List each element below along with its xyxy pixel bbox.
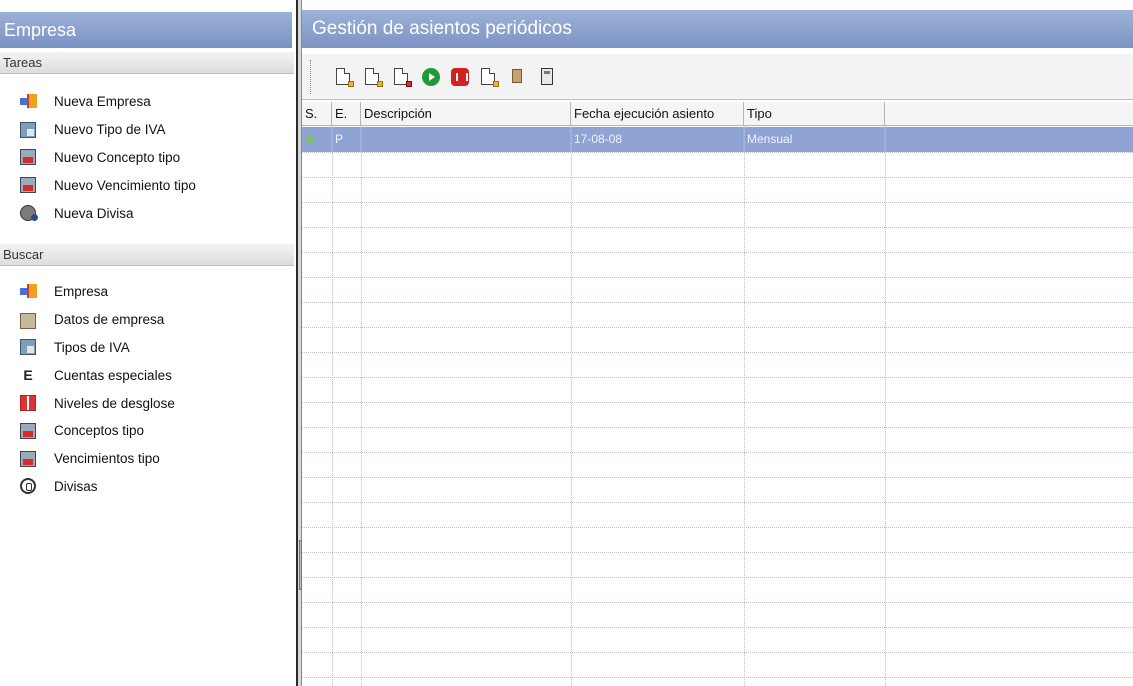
panel-title: Empresa <box>0 12 292 48</box>
table-row[interactable]: P 17-08-08 Mensual <box>302 127 1133 152</box>
grid-row-line <box>302 452 1133 453</box>
search-company[interactable]: Empresa <box>0 278 292 306</box>
currencies-icon <box>20 478 36 495</box>
status-cell <box>302 127 332 152</box>
grid-row-line <box>302 677 1133 678</box>
main-panel: Gestión de asientos periódicos S. E. Des… <box>302 0 1133 686</box>
type-cell: Mensual <box>744 127 885 152</box>
toolbar <box>302 54 1133 100</box>
grid-row-line <box>302 477 1133 478</box>
grid-row-line <box>302 177 1133 178</box>
grid-row-line <box>302 627 1133 628</box>
grid-row-line <box>302 227 1133 228</box>
search-label: Divisas <box>54 478 98 494</box>
search-company-data[interactable]: Datos de empresa <box>0 306 292 334</box>
column-header-date[interactable]: Fecha ejecución asiento <box>571 102 744 126</box>
grid-column-line <box>332 126 333 686</box>
search-breakdown-levels[interactable]: Niveles de desglose <box>0 389 292 417</box>
search-special-accounts[interactable]: E Cuentas especiales <box>0 361 292 389</box>
description-cell <box>361 127 571 152</box>
new-company-icon <box>20 93 37 110</box>
special-accounts-icon: E <box>23 367 33 384</box>
toolbar-grip[interactable] <box>310 60 314 94</box>
grid-row-line <box>302 152 1133 153</box>
date-cell: 17-08-08 <box>571 127 744 152</box>
page-title: Gestión de asientos periódicos <box>302 10 1133 48</box>
search-label: Empresa <box>54 284 109 300</box>
search-concepts[interactable]: Conceptos tipo <box>0 417 292 445</box>
grid-row-line <box>302 252 1133 253</box>
due-dates-icon <box>20 450 36 467</box>
play-icon[interactable] <box>421 67 441 87</box>
table-header: S. E. Descripción Fecha ejecución asient… <box>302 102 1133 126</box>
grid-row-line <box>302 577 1133 578</box>
column-header-type[interactable]: Tipo <box>744 102 885 126</box>
grid-row-line <box>302 277 1133 278</box>
column-header-state[interactable]: E. <box>332 102 361 126</box>
calculator-icon[interactable] <box>537 67 557 87</box>
task-new-due-date[interactable]: Nuevo Vencimiento tipo <box>0 171 292 199</box>
new-vat-type-icon <box>20 121 36 138</box>
column-header-status[interactable]: S. <box>302 102 332 126</box>
search-label: Datos de empresa <box>54 312 165 328</box>
search-label: Cuentas especiales <box>54 367 172 383</box>
document-search-icon[interactable] <box>392 67 412 87</box>
status-ok-icon <box>306 135 314 143</box>
grid-row-line <box>302 602 1133 603</box>
search-label: Tipos de IVA <box>54 339 130 355</box>
task-new-concept[interactable]: Nuevo Concepto tipo <box>0 144 292 172</box>
grid-row-line <box>302 377 1133 378</box>
left-panel: Empresa Tareas Nueva Empresa Nuevo Tipo … <box>0 0 296 686</box>
company-data-icon <box>20 312 36 329</box>
task-label: Nuevo Tipo de IVA <box>54 122 166 138</box>
task-label: Nueva Empresa <box>54 94 151 110</box>
search-list: Empresa Datos de empresa Tipos de IVA E … <box>0 278 292 500</box>
task-new-company[interactable]: Nueva Empresa <box>0 88 292 116</box>
task-label: Nueva Divisa <box>54 205 134 221</box>
breakdown-levels-icon <box>20 395 36 412</box>
document-icon[interactable] <box>363 67 383 87</box>
tasks-section-header[interactable]: Tareas <box>0 52 294 74</box>
tasks-list: Nueva Empresa Nuevo Tipo de IVA Nuevo Co… <box>0 88 292 227</box>
grid-row-line <box>302 552 1133 553</box>
task-new-currency[interactable]: Nueva Divisa <box>0 199 292 227</box>
new-due-date-icon <box>20 177 36 194</box>
grid-row-line <box>302 427 1133 428</box>
grid-column-line <box>361 126 362 686</box>
search-label: Conceptos tipo <box>54 423 145 439</box>
grid-column-line <box>744 126 745 686</box>
search-section-header[interactable]: Buscar <box>0 244 294 266</box>
company-icon <box>20 283 37 300</box>
grid-row-line <box>302 202 1133 203</box>
vat-types-icon <box>20 339 36 356</box>
periodic-entries-table: S. E. Descripción Fecha ejecución asient… <box>302 102 1133 686</box>
search-label: Niveles de desglose <box>54 395 175 411</box>
grid-row-line <box>302 302 1133 303</box>
task-new-vat-type[interactable]: Nuevo Tipo de IVA <box>0 116 292 144</box>
search-currencies[interactable]: Divisas <box>0 473 292 501</box>
grid-column-line <box>571 126 572 686</box>
grid-row-line <box>302 402 1133 403</box>
search-label: Vencimientos tipo <box>54 451 160 467</box>
grid-row-line <box>302 352 1133 353</box>
new-currency-icon <box>20 205 38 222</box>
task-label: Nuevo Vencimiento tipo <box>54 177 196 193</box>
search-vat-types[interactable]: Tipos de IVA <box>0 334 292 362</box>
concepts-icon <box>20 422 36 439</box>
tools-icon[interactable] <box>508 67 528 87</box>
state-cell: P <box>332 127 361 152</box>
edit-document-icon[interactable] <box>334 67 354 87</box>
grid-row-line <box>302 502 1133 503</box>
grid-column-line <box>885 126 886 686</box>
grid-row-line <box>302 652 1133 653</box>
export-document-icon[interactable] <box>479 67 499 87</box>
grid-row-line <box>302 527 1133 528</box>
search-due-dates[interactable]: Vencimientos tipo <box>0 445 292 473</box>
column-header-description[interactable]: Descripción <box>361 102 571 126</box>
pause-icon[interactable] <box>450 67 470 87</box>
grid-row-line <box>302 327 1133 328</box>
new-concept-icon <box>20 149 36 166</box>
task-label: Nuevo Concepto tipo <box>54 149 181 165</box>
